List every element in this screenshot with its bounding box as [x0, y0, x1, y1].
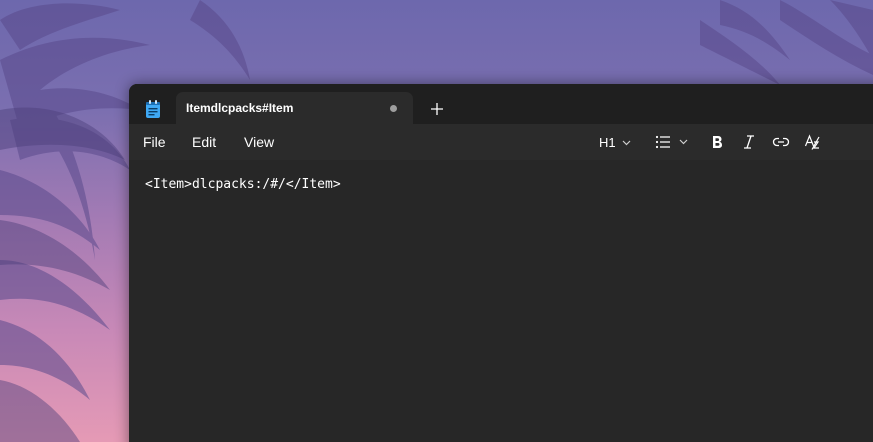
- heading-dropdown[interactable]: H1: [599, 132, 631, 152]
- tab-title: Itemdlcpacks#Item: [186, 101, 294, 115]
- menu-bar: File Edit View H1: [129, 124, 873, 160]
- bold-icon[interactable]: [709, 132, 725, 152]
- desktop: Itemdlcpacks#Item File Edit View H1 <Ite…: [0, 0, 873, 442]
- notepad-app-icon: [146, 100, 160, 118]
- link-icon[interactable]: [772, 132, 790, 152]
- tab-active[interactable]: Itemdlcpacks#Item: [176, 92, 413, 124]
- title-bar[interactable]: Itemdlcpacks#Item: [129, 84, 873, 124]
- bulleted-list-icon[interactable]: [655, 132, 691, 152]
- unsaved-dot-icon[interactable]: [390, 105, 397, 112]
- menu-view[interactable]: View: [244, 134, 274, 150]
- clear-formatting-icon[interactable]: [804, 132, 822, 152]
- menu-file[interactable]: File: [143, 134, 166, 150]
- chevron-down-icon: [622, 140, 631, 145]
- italic-icon[interactable]: [741, 132, 757, 152]
- menu-edit[interactable]: Edit: [192, 134, 216, 150]
- notepad-window: Itemdlcpacks#Item File Edit View H1 <Ite…: [129, 84, 873, 442]
- new-tab-plus-icon[interactable]: [427, 99, 447, 119]
- heading-label: H1: [599, 134, 616, 150]
- editor-content[interactable]: <Item>dlcpacks:/#/</Item>: [145, 177, 341, 192]
- text-editor-area[interactable]: <Item>dlcpacks:/#/</Item>: [129, 160, 873, 442]
